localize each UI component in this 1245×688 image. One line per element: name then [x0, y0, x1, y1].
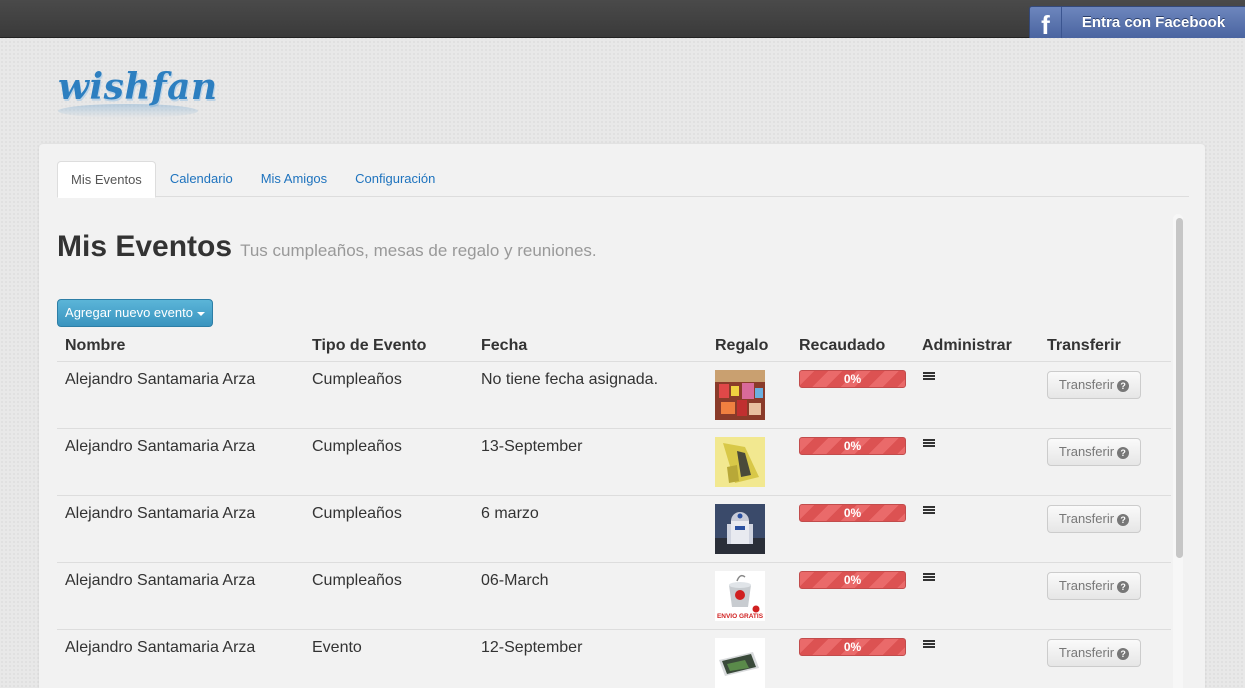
tab-configuracion[interactable]: Configuración: [341, 161, 449, 197]
transfer-button[interactable]: Transferir?: [1047, 505, 1141, 533]
gift-thumbnail[interactable]: [715, 370, 765, 420]
cell-fecha: 12-September: [481, 639, 583, 656]
header-nombre: Nombre: [65, 337, 126, 354]
caret-down-icon: [196, 311, 205, 316]
logo-reflection: [58, 104, 198, 118]
table-row: Alejandro Santamaria Arza Cumpleaños 6 m…: [57, 496, 1171, 563]
page-heading: Mis Eventos Tus cumpleaños, mesas de reg…: [57, 230, 597, 264]
header-recaudado: Recaudado: [799, 337, 886, 354]
top-bar: f Entra con Facebook: [0, 0, 1245, 38]
header-fecha: Fecha: [481, 337, 528, 354]
transfer-button[interactable]: Transferir?: [1047, 438, 1141, 466]
yellow-figure-image: [715, 437, 765, 487]
facebook-icon: f: [1030, 7, 1062, 38]
collected-progress-bar: 0%: [799, 437, 906, 455]
cell-nombre: Alejandro Santamaria Arza: [65, 505, 256, 522]
transfer-label: Transferir: [1058, 377, 1115, 392]
main-panel: Mis Eventos Calendario Mis Amigos Config…: [39, 144, 1205, 688]
facebook-login-label: Entra con Facebook: [1081, 14, 1226, 31]
add-event-label: Agregar nuevo evento: [65, 305, 193, 320]
transfer-label: Transferir: [1058, 578, 1115, 593]
gift-thumbnail[interactable]: ENVIO GRATIS: [715, 571, 765, 621]
gift-caption: ENVIO GRATIS: [717, 613, 764, 620]
cell-nombre: Alejandro Santamaria Arza: [65, 639, 256, 656]
gift-thumbnail[interactable]: [715, 437, 765, 487]
list-menu-icon[interactable]: [923, 372, 935, 383]
bucket-image: ENVIO GRATIS: [715, 571, 765, 621]
transfer-label: Transferir: [1058, 444, 1115, 459]
transfer-button[interactable]: Transferir?: [1047, 371, 1141, 399]
scrollbar-thumb[interactable]: [1176, 218, 1183, 558]
list-menu-icon[interactable]: [923, 640, 935, 651]
cell-tipo: Cumpleaños: [312, 572, 402, 589]
table-row: Alejandro Santamaria Arza Evento 12-Sept…: [57, 630, 1171, 688]
cell-fecha: No tiene fecha asignada.: [481, 371, 659, 388]
question-circle-icon: ?: [1117, 581, 1130, 593]
cell-tipo: Evento: [312, 639, 362, 656]
collected-progress-bar: 0%: [799, 370, 906, 388]
header-transferir: Transferir: [1047, 337, 1121, 354]
transfer-label: Transferir: [1058, 511, 1115, 526]
facebook-login-button[interactable]: f Entra con Facebook: [1029, 6, 1245, 38]
gift-thumbnail[interactable]: [715, 504, 765, 554]
r2d2-robot-image: [715, 504, 765, 554]
transfer-label: Transferir: [1058, 645, 1115, 660]
collected-progress-bar: 0%: [799, 571, 906, 589]
page-title: Mis Eventos: [57, 230, 233, 263]
question-circle-icon: ?: [1117, 648, 1130, 660]
header-regalo: Regalo: [715, 337, 769, 354]
tab-mis-eventos[interactable]: Mis Eventos: [57, 161, 156, 198]
collected-progress-bar: 0%: [799, 638, 906, 656]
table-row: Alejandro Santamaria Arza Cumpleaños 06-…: [57, 563, 1171, 630]
cell-tipo: Cumpleaños: [312, 438, 402, 455]
question-circle-icon: ?: [1117, 514, 1130, 526]
table-row: Alejandro Santamaria Arza Cumpleaños No …: [57, 362, 1171, 429]
cell-nombre: Alejandro Santamaria Arza: [65, 572, 256, 589]
tab-calendario[interactable]: Calendario: [156, 161, 247, 197]
add-event-button[interactable]: Agregar nuevo evento: [57, 299, 213, 327]
header-administrar: Administrar: [922, 337, 1012, 354]
wishfan-logo[interactable]: wishfan: [58, 66, 218, 108]
tab-bar: Mis Eventos Calendario Mis Amigos Config…: [57, 161, 1189, 198]
toys-store-image: [715, 370, 765, 420]
question-circle-icon: ?: [1117, 380, 1130, 392]
cell-tipo: Cumpleaños: [312, 505, 402, 522]
cell-fecha: 6 marzo: [481, 505, 539, 522]
cell-fecha: 13-September: [481, 438, 583, 455]
events-table: Nombre Tipo de Evento Fecha Regalo Recau…: [57, 330, 1171, 688]
table-header: Nombre Tipo de Evento Fecha Regalo Recau…: [57, 330, 1171, 362]
laptop-image: [715, 638, 765, 688]
gift-thumbnail[interactable]: [715, 638, 765, 688]
transfer-button[interactable]: Transferir?: [1047, 639, 1141, 667]
cell-tipo: Cumpleaños: [312, 371, 402, 388]
page-subtitle: Tus cumpleaños, mesas de regalo y reunio…: [240, 241, 597, 260]
table-row: Alejandro Santamaria Arza Cumpleaños 13-…: [57, 429, 1171, 496]
list-menu-icon[interactable]: [923, 439, 935, 450]
cell-nombre: Alejandro Santamaria Arza: [65, 371, 256, 388]
cell-nombre: Alejandro Santamaria Arza: [65, 438, 256, 455]
transfer-button[interactable]: Transferir?: [1047, 572, 1141, 600]
list-menu-icon[interactable]: [923, 506, 935, 517]
collected-progress-bar: 0%: [799, 504, 906, 522]
question-circle-icon: ?: [1117, 447, 1130, 459]
list-menu-icon[interactable]: [923, 573, 935, 584]
header-tipo: Tipo de Evento: [312, 337, 427, 354]
tab-mis-amigos[interactable]: Mis Amigos: [247, 161, 341, 197]
cell-fecha: 06-March: [481, 572, 549, 589]
